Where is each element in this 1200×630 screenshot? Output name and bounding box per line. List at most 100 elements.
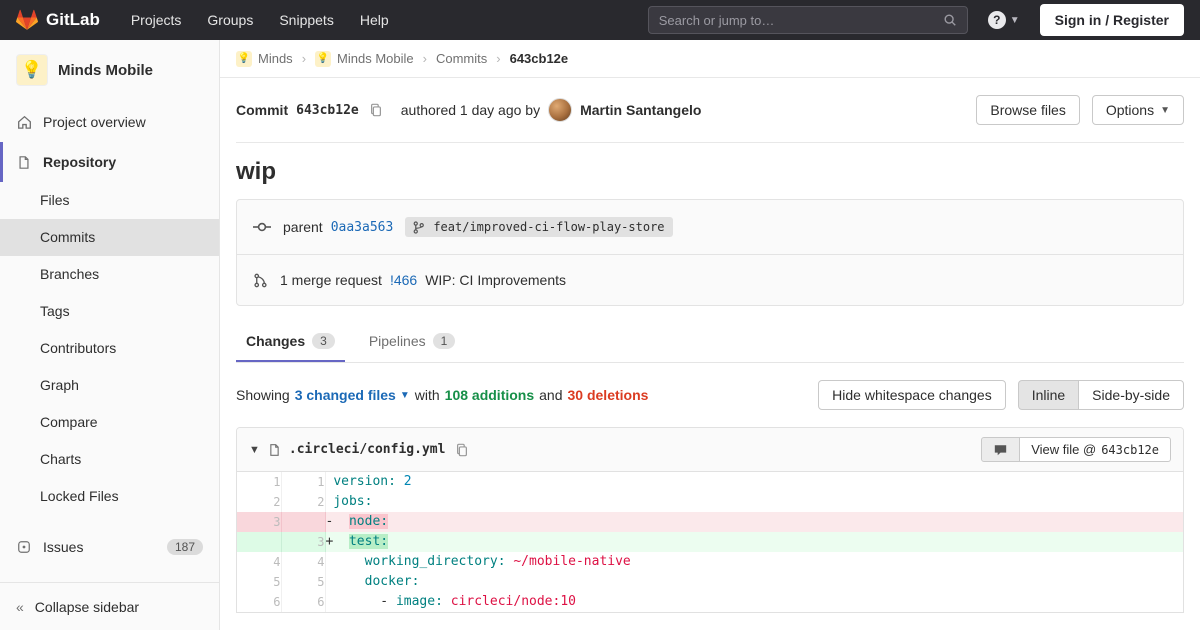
help-dropdown[interactable]: ? ▼: [987, 11, 1020, 29]
view-file-sha: 643cb12e: [1101, 442, 1159, 457]
commit-sha: 643cb12e: [296, 102, 359, 118]
sidebar-item-graph[interactable]: Graph: [0, 367, 219, 404]
diff-filename: .circleci/config.yml: [288, 442, 446, 457]
new-line-number[interactable]: 5: [281, 572, 326, 592]
commit-label: Commit: [236, 102, 289, 118]
inline-view-button[interactable]: Inline: [1017, 380, 1080, 410]
sidebar-item-tags[interactable]: Tags: [0, 293, 219, 330]
gitlab-logo-link[interactable]: GitLab: [16, 9, 100, 31]
breadcrumb-separator: ›: [496, 51, 501, 66]
changed-files-dropdown[interactable]: 3 changed files ▼: [295, 387, 410, 403]
browse-files-button[interactable]: Browse files: [976, 95, 1080, 125]
diff-line: 66 - image: circleci/node:10: [237, 592, 1183, 612]
nav-item-help[interactable]: Help: [347, 0, 402, 40]
diff-line: 22 jobs:: [237, 492, 1183, 512]
sidebar-item-project-overview[interactable]: Project overview: [0, 102, 219, 142]
commit-tabs: Changes 3 Pipelines 1: [236, 320, 1184, 363]
nav-item-projects[interactable]: Projects: [118, 0, 195, 40]
project-sidebar: 💡 Minds Mobile Project overview Reposito…: [0, 40, 220, 630]
search-input[interactable]: [658, 12, 943, 28]
options-dropdown-button[interactable]: Options ▼: [1091, 95, 1184, 125]
new-line-number[interactable]: 1: [281, 472, 326, 492]
copy-icon: [455, 443, 469, 457]
diff-line-code: docker:: [364, 574, 420, 589]
sidebar-item-branches[interactable]: Branches: [0, 256, 219, 293]
issues-icon: [16, 540, 32, 554]
branch-name: feat/improved-ci-flow-play-store: [433, 220, 665, 234]
view-file-label: View file @: [1031, 442, 1097, 457]
old-line-number[interactable]: 1: [237, 472, 282, 492]
merge-request-row: 1 merge request !466 WIP: CI Improvement…: [237, 254, 1183, 305]
breadcrumb-minds[interactable]: 💡 Minds: [236, 50, 293, 67]
branch-icon: [413, 220, 425, 234]
search-icon: [943, 13, 957, 27]
collapse-diff-icon[interactable]: ▼: [249, 444, 260, 456]
diff-line: 44 working_directory: ~/mobile-native: [237, 552, 1183, 572]
copy-sha-button[interactable]: [367, 103, 385, 117]
brand-name: GitLab: [46, 10, 100, 29]
tab-label: Changes: [246, 333, 306, 349]
tab-changes[interactable]: Changes 3: [236, 320, 345, 362]
sidebar-item-label: Project overview: [43, 114, 146, 130]
old-line-number[interactable]: 5: [237, 572, 282, 592]
old-line-number[interactable]: 4: [237, 552, 282, 572]
old-line-number[interactable]: 2: [237, 492, 282, 512]
sign-in-register-button[interactable]: Sign in / Register: [1039, 4, 1184, 36]
old-line-number[interactable]: 6: [237, 592, 282, 612]
old-line-number[interactable]: [237, 532, 282, 552]
mr-ref-link[interactable]: !466: [390, 272, 417, 288]
diff-line: 55 docker:: [237, 572, 1183, 592]
diff-table: 11 version: 222 jobs: 3- node: 3 + test: 4 4 …: [237, 472, 1183, 612]
new-line-number[interactable]: 4: [281, 552, 326, 572]
breadcrumb-minds-mobile[interactable]: 💡 Minds Mobile: [315, 50, 414, 67]
collapse-sidebar-button[interactable]: « Collapse sidebar: [0, 582, 219, 630]
chevron-down-icon: ▼: [1009, 14, 1020, 26]
view-file-button[interactable]: View file @ 643cb12e: [1020, 437, 1171, 462]
sidebar-item-charts[interactable]: Charts: [0, 441, 219, 478]
toggle-comments-button[interactable]: [981, 437, 1021, 462]
primary-nav: Projects Groups Snippets Help: [118, 0, 402, 40]
breadcrumb-commits[interactable]: Commits: [436, 51, 487, 66]
diff-file-panel: ▼ .circleci/config.yml View file @ 643cb…: [236, 427, 1184, 613]
side-by-side-view-button[interactable]: Side-by-side: [1078, 380, 1184, 410]
author-name-link[interactable]: Martin Santangelo: [580, 102, 701, 118]
diff-file-actions: View file @ 643cb12e: [981, 437, 1171, 462]
global-search[interactable]: [647, 6, 968, 34]
nav-item-snippets[interactable]: Snippets: [266, 0, 346, 40]
breadcrumb-label: Minds: [258, 51, 293, 66]
tab-pipelines[interactable]: Pipelines 1: [359, 320, 466, 362]
diff-line-code: working_directory: ~/mobile-native: [364, 554, 631, 569]
sidebar-item-repository[interactable]: Repository: [0, 142, 219, 182]
author-avatar[interactable]: [548, 98, 573, 122]
breadcrumb-current-sha: 643cb12e: [509, 51, 569, 66]
diff-line: 3 + test:: [237, 532, 1183, 552]
sidebar-item-locked-files[interactable]: Locked Files: [0, 478, 219, 515]
parent-sha-link[interactable]: 0aa3a563: [331, 220, 394, 235]
new-line-number[interactable]: 6: [281, 592, 326, 612]
caret-down-icon: ▼: [1160, 104, 1170, 116]
tab-label: Pipelines: [368, 333, 426, 349]
commit-info-box: parent 0aa3a563 feat/improved-ci-flow-pl…: [236, 199, 1184, 306]
new-line-number[interactable]: 3: [281, 532, 326, 552]
parent-label: parent: [283, 219, 323, 235]
sidebar-item-files[interactable]: Files: [0, 182, 219, 219]
authored-text: authored 1 day ago by: [400, 102, 541, 118]
sidebar-item-contributors[interactable]: Contributors: [0, 330, 219, 367]
sidebar-item-commits[interactable]: Commits: [0, 219, 219, 256]
diff-file-header: ▼ .circleci/config.yml View file @ 643cb…: [237, 428, 1183, 472]
home-icon: [16, 115, 32, 130]
caret-down-icon: ▼: [399, 389, 410, 401]
hide-whitespace-button[interactable]: Hide whitespace changes: [818, 380, 1006, 410]
branch-chip[interactable]: feat/improved-ci-flow-play-store: [405, 217, 673, 237]
diff-line-code: - image: circleci/node:10: [333, 594, 576, 609]
sidebar-item-issues[interactable]: Issues 187: [0, 527, 219, 567]
project-header[interactable]: 💡 Minds Mobile: [0, 40, 219, 102]
copy-filename-button[interactable]: [453, 443, 471, 457]
new-line-number[interactable]: 2: [281, 492, 326, 512]
nav-item-groups[interactable]: Groups: [194, 0, 266, 40]
old-line-number[interactable]: 3: [237, 512, 282, 532]
changes-count-badge: 3: [312, 333, 335, 349]
commit-icon: [253, 220, 271, 234]
sidebar-item-compare[interactable]: Compare: [0, 404, 219, 441]
new-line-number[interactable]: [281, 512, 326, 532]
